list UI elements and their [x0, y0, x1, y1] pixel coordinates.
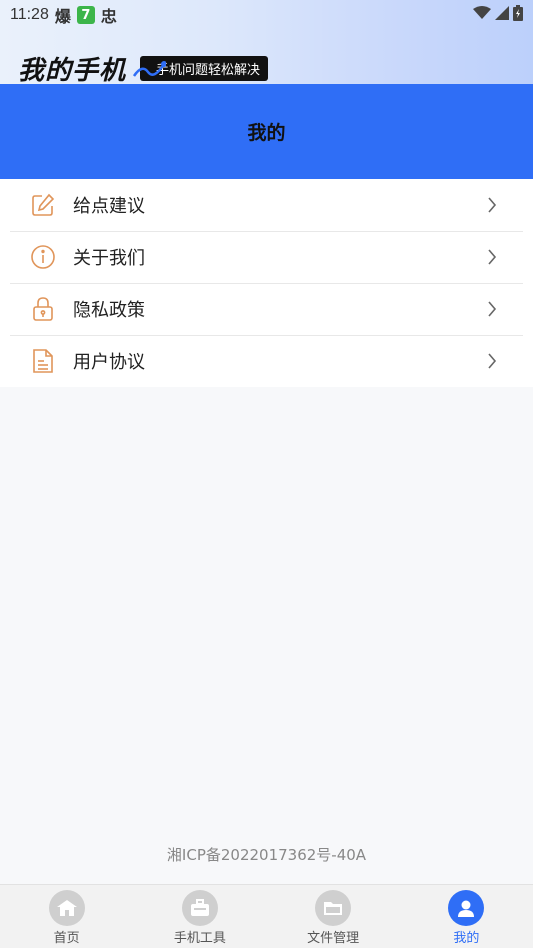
- menu-item-label: 隐私政策: [73, 300, 145, 321]
- menu-item-privacy[interactable]: 隐私政策: [0, 283, 533, 335]
- swoosh-icon: [132, 61, 166, 77]
- icp-record[interactable]: 湘ICP备2022017362号-40A: [0, 844, 533, 865]
- menu-item-label: 关于我们: [73, 248, 145, 269]
- nav-tab-tools[interactable]: 手机工具: [133, 885, 266, 948]
- nav-tab-label: 文件管理: [307, 931, 360, 946]
- home-icon: [48, 890, 85, 926]
- info-icon: [30, 244, 56, 270]
- chevron-right-icon: [487, 301, 497, 317]
- user-icon: [448, 890, 485, 926]
- chevron-right-icon: [487, 353, 497, 369]
- bottom-nav: 首页 手机工具 文件管理 我的: [0, 884, 533, 948]
- notification-icon-2: 7: [76, 6, 95, 24]
- title-bar: 我的: [0, 84, 533, 179]
- toolbox-icon: [181, 890, 218, 926]
- nav-tab-label: 手机工具: [173, 931, 226, 946]
- menu-item-label: 给点建议: [73, 196, 145, 217]
- notification-icon-3: 忠: [100, 7, 117, 26]
- nav-tab-files[interactable]: 文件管理: [267, 885, 400, 948]
- brand-title: 我的手机: [18, 56, 127, 86]
- status-bar: 11:28 爆 7 忠: [0, 0, 533, 30]
- folder-icon: [315, 890, 352, 926]
- nav-tab-home[interactable]: 首页: [0, 885, 133, 948]
- menu-item-agreement[interactable]: 用户协议: [0, 335, 533, 387]
- nav-tab-mine[interactable]: 我的: [400, 885, 533, 948]
- edit-icon: [30, 192, 56, 218]
- battery-icon: [513, 5, 523, 25]
- status-time: 11:28: [10, 6, 49, 23]
- document-icon: [30, 348, 56, 374]
- page-title: 我的: [247, 122, 286, 144]
- menu-item-label: 用户协议: [73, 352, 145, 373]
- menu-item-feedback[interactable]: 给点建议: [0, 179, 533, 231]
- menu-item-about[interactable]: 关于我们: [0, 231, 533, 283]
- nav-tab-label: 我的: [453, 931, 480, 946]
- top-header: 11:28 爆 7 忠 我的手机 手机问题轻松解决: [0, 0, 533, 87]
- wifi-icon: [473, 6, 491, 24]
- chevron-right-icon: [487, 249, 497, 265]
- menu-list: 给点建议 关于我们 隐私政策 用户协议: [0, 179, 533, 387]
- lock-icon: [30, 296, 56, 322]
- nav-tab-label: 首页: [53, 931, 80, 946]
- brand-logo: 我的手机 手机问题轻松解决: [18, 50, 269, 87]
- signal-icon: [495, 6, 509, 24]
- notification-icon-1: 爆: [54, 7, 71, 26]
- chevron-right-icon: [487, 197, 497, 213]
